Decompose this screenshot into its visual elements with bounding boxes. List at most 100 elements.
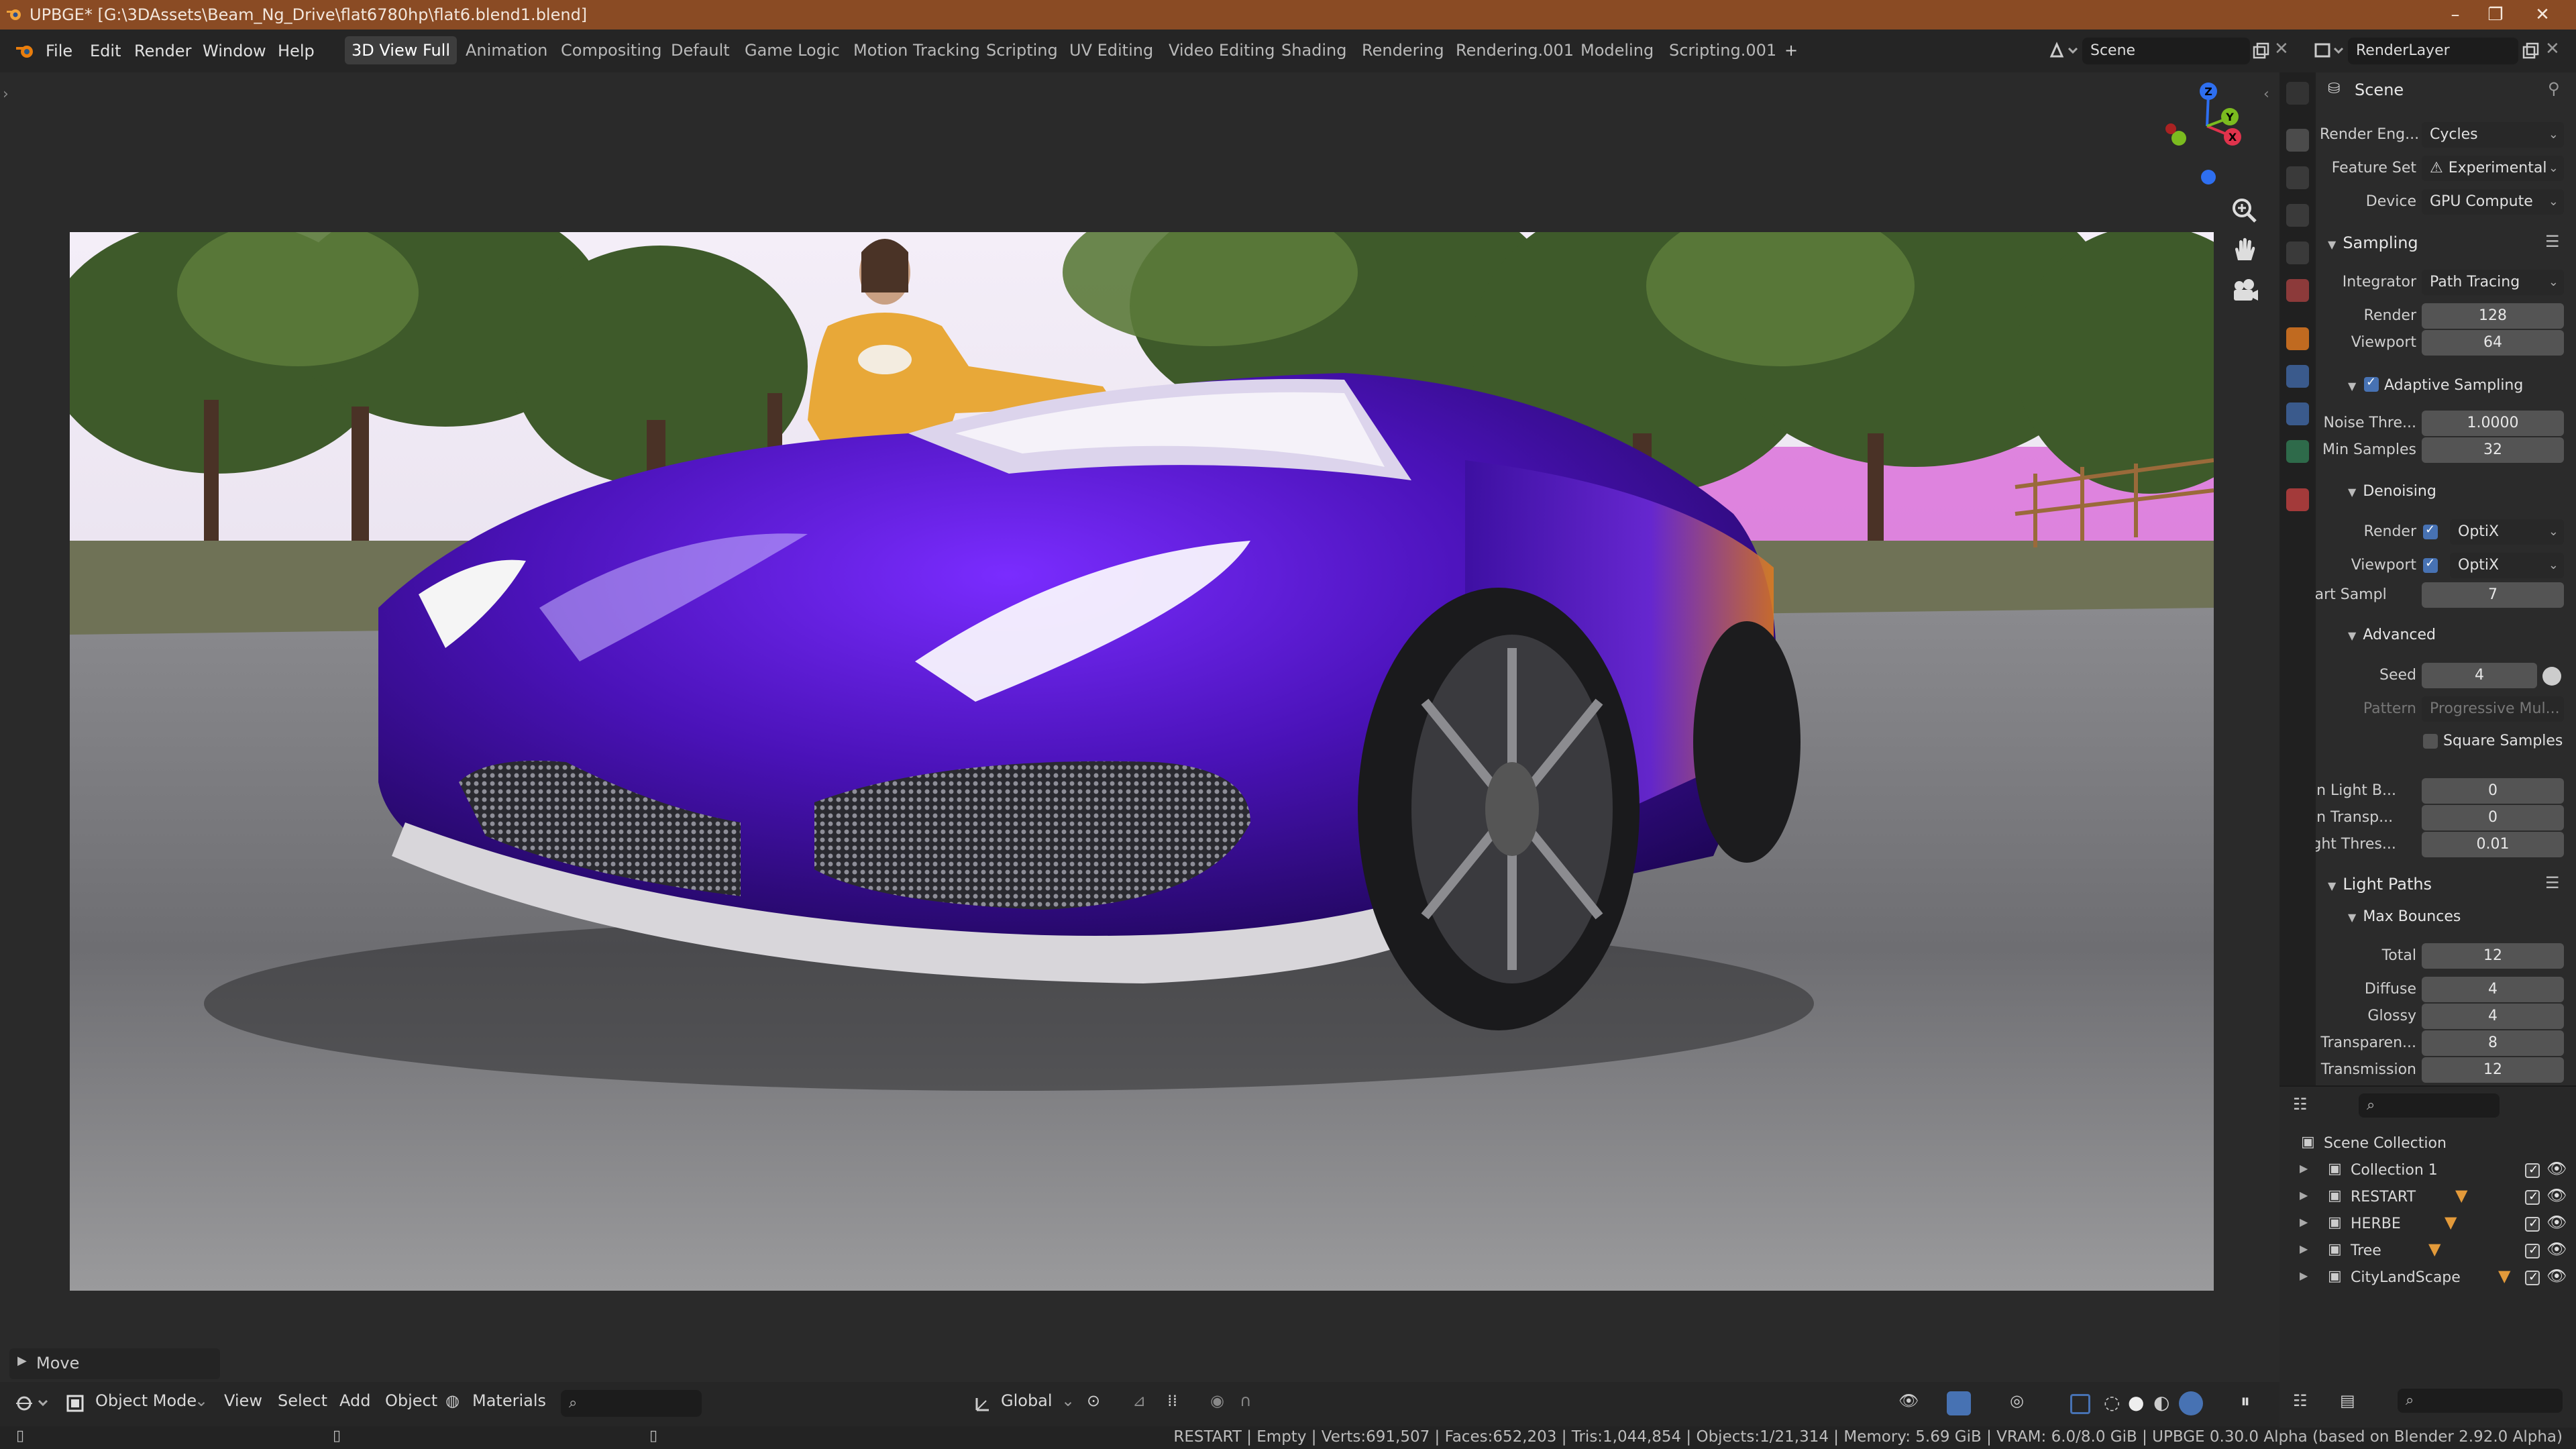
tab-3d-view-full[interactable]: 3D View Full xyxy=(345,36,457,64)
expand-triangle-icon[interactable]: ▶ xyxy=(2300,1242,2308,1255)
footer-search-input[interactable]: ⌕ xyxy=(2398,1389,2563,1413)
new-view-layer-icon[interactable] xyxy=(2520,40,2541,62)
snap-target-icon[interactable]: ⁞⁞ xyxy=(1167,1391,1177,1410)
proportional-edit-icon[interactable]: ◉ xyxy=(1210,1391,1224,1410)
seed-random-icon[interactable] xyxy=(2542,667,2561,686)
material-shading-icon[interactable]: ◐ xyxy=(2153,1391,2169,1413)
denoise-viewport-checkbox[interactable] xyxy=(2423,556,2438,573)
transparency-bounces-field[interactable]: 8 xyxy=(2422,1030,2564,1056)
tab-default[interactable]: Default xyxy=(664,36,737,64)
square-samples-checkbox[interactable] xyxy=(2423,734,2438,749)
eye-icon[interactable]: 👁 xyxy=(2546,1159,2567,1178)
adaptive-sampling-header[interactable]: ▼ xyxy=(2348,377,2363,394)
tab-animation[interactable]: Animation xyxy=(459,36,554,64)
exclude-checkbox[interactable] xyxy=(2525,1243,2540,1258)
mode-dropdown-icon[interactable]: ⌄ xyxy=(195,1391,208,1410)
sampling-panel-header[interactable]: ▼ Sampling xyxy=(2328,233,2418,252)
outliner-row-citylandscape[interactable]: ▶ ▣ CityLandScape ▼ 👁 xyxy=(2279,1264,2576,1291)
presets-list-icon[interactable]: ☰ xyxy=(2545,232,2560,251)
outliner-editor-type-icon[interactable]: ☷ xyxy=(2293,1095,2308,1114)
last-operator-panel[interactable]: ▶ Move xyxy=(9,1348,220,1379)
outliner-row-scene-collection[interactable]: ▣ Scene Collection xyxy=(2279,1130,2576,1157)
snap-icon[interactable]: ⊿ xyxy=(1132,1391,1146,1410)
blender-menu-icon[interactable] xyxy=(15,42,35,60)
orientation-dropdown-icon[interactable]: ⌄ xyxy=(1061,1391,1075,1410)
eye-icon[interactable]: 👁 xyxy=(2546,1267,2567,1285)
viewport-samples-field[interactable]: 64 xyxy=(2422,330,2564,356)
zoom-icon[interactable] xyxy=(2224,191,2265,231)
editor-type-icon[interactable] xyxy=(13,1391,51,1415)
navigation-gizmo[interactable]: Z X Y xyxy=(2147,72,2254,193)
scene-tab-icon[interactable] xyxy=(2286,241,2309,264)
min-transparent-field[interactable]: 0 xyxy=(2422,805,2564,830)
exclude-checkbox[interactable] xyxy=(2525,1270,2540,1285)
mode-selector[interactable]: Object Mode xyxy=(95,1391,197,1410)
menu-window[interactable]: Window xyxy=(203,30,266,72)
overlays-icon[interactable]: ◎ xyxy=(2010,1391,2024,1410)
tab-shading[interactable]: Shading xyxy=(1275,36,1354,64)
minimize-button[interactable]: – xyxy=(2435,3,2475,27)
tab-motion-tracking[interactable]: Motion Tracking xyxy=(847,36,987,64)
gizmo-toggle-button[interactable] xyxy=(1947,1391,1971,1415)
max-bounces-header[interactable]: ▼ Max Bounces xyxy=(2348,908,2461,925)
physics-tab-icon[interactable] xyxy=(2286,402,2309,425)
data-tab-icon[interactable] xyxy=(2286,440,2309,463)
eye-icon[interactable]: 👁 xyxy=(2546,1240,2567,1258)
menu-select[interactable]: Select xyxy=(278,1391,327,1410)
eye-icon[interactable]: 👁 xyxy=(2546,1213,2567,1232)
solid-shading-icon[interactable]: ● xyxy=(2128,1391,2144,1413)
min-light-bounces-field[interactable]: 0 xyxy=(2422,778,2564,804)
display-mode-icon[interactable]: ▤ xyxy=(2340,1391,2355,1410)
new-scene-icon[interactable] xyxy=(2250,40,2271,62)
min-samples-field[interactable]: 32 xyxy=(2422,437,2564,463)
transmission-bounces-field[interactable]: 12 xyxy=(2422,1057,2564,1083)
menu-view[interactable]: View xyxy=(224,1391,262,1410)
scene-selector[interactable]: Scene xyxy=(2082,38,2250,64)
remove-scene-icon[interactable]: ✕ xyxy=(2274,39,2289,59)
materials-selector[interactable]: Materials xyxy=(472,1391,546,1410)
eye-icon[interactable]: 👁 xyxy=(2546,1186,2567,1205)
adaptive-sampling-checkbox[interactable] xyxy=(2364,375,2379,392)
world-tab-icon[interactable] xyxy=(2286,279,2309,302)
pan-hand-icon[interactable] xyxy=(2224,231,2265,271)
expand-triangle-icon[interactable]: ▶ xyxy=(2300,1216,2308,1228)
view-layer-selector[interactable]: RenderLayer xyxy=(2348,38,2518,64)
tab-compositing[interactable]: Compositing xyxy=(554,36,668,64)
output-tab-icon[interactable] xyxy=(2286,166,2309,189)
pivot-point-icon[interactable]: ⊙ xyxy=(1087,1391,1100,1410)
outliner-row-herbe[interactable]: ▶ ▣ HERBE ▼ 👁 xyxy=(2279,1210,2576,1237)
start-sample-field[interactable]: 7 xyxy=(2422,582,2564,608)
render-samples-field[interactable]: 128 xyxy=(2422,303,2564,329)
tab-uv-editing[interactable]: UV Editing xyxy=(1063,36,1160,64)
transform-orientation-selector[interactable]: Global xyxy=(1001,1391,1053,1410)
viewport-search-input[interactable]: ⌕ xyxy=(561,1390,702,1417)
camera-view-icon[interactable] xyxy=(2224,271,2265,311)
denoise-render-dropdown[interactable]: OptiX ⌄ xyxy=(2450,519,2564,545)
pin-icon[interactable]: ⚲ xyxy=(2548,79,2560,98)
render-tab-icon[interactable] xyxy=(2286,129,2309,152)
wireframe-shading-icon[interactable]: ◌ xyxy=(2104,1391,2120,1413)
exclude-checkbox[interactable] xyxy=(2525,1216,2540,1232)
tab-scripting[interactable]: Scripting xyxy=(979,36,1065,64)
seed-field[interactable]: 4 xyxy=(2422,663,2537,688)
pattern-dropdown[interactable]: Progressive Mul... xyxy=(2422,696,2564,722)
feature-set-dropdown[interactable]: ⚠ Experimental ⌄ xyxy=(2422,156,2564,181)
rendered-shading-icon[interactable] xyxy=(2179,1391,2203,1415)
outliner-row-collection-1[interactable]: ▶ ▣ Collection 1 👁 xyxy=(2279,1157,2576,1183)
menu-object[interactable]: Object xyxy=(385,1391,437,1410)
denoising-panel-header[interactable]: ▼ Denoising xyxy=(2348,483,2436,500)
xray-toggle-icon[interactable] xyxy=(2070,1394,2090,1414)
light-threshold-field[interactable]: 0.01 xyxy=(2422,832,2564,857)
tab-rendering[interactable]: Rendering xyxy=(1355,36,1451,64)
remove-view-layer-icon[interactable]: ✕ xyxy=(2545,39,2560,59)
sidebar-toggle-icon[interactable]: ‹ xyxy=(2263,86,2269,103)
view-layer-browse-icon[interactable] xyxy=(2313,39,2347,63)
integrator-dropdown[interactable]: Path Tracing ⌄ xyxy=(2422,270,2564,295)
tab-video-editing[interactable]: Video Editing xyxy=(1162,36,1281,64)
maximize-button[interactable]: ❐ xyxy=(2475,3,2516,27)
diffuse-bounces-field[interactable]: 4 xyxy=(2422,977,2564,1002)
advanced-panel-header[interactable]: ▼ Advanced xyxy=(2348,627,2436,643)
menu-add[interactable]: Add xyxy=(339,1391,370,1410)
denoise-render-checkbox[interactable] xyxy=(2423,523,2438,539)
object-tab-icon[interactable] xyxy=(2286,327,2309,350)
